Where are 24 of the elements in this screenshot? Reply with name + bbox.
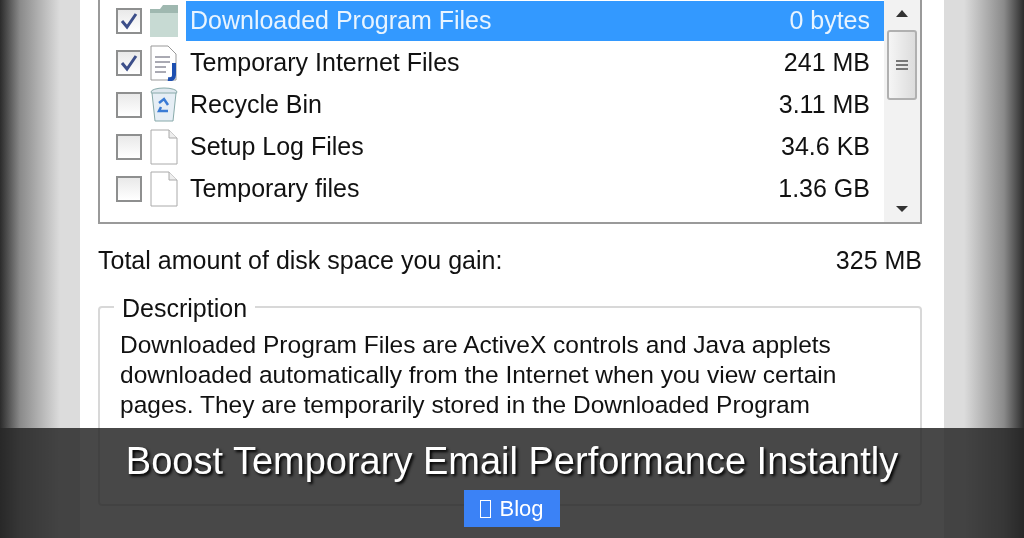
list-item[interactable]: Recycle Bin 3.11 MB — [186, 85, 884, 125]
checkbox[interactable] — [116, 50, 142, 76]
page-icon — [148, 171, 180, 207]
list-item[interactable]: Temporary files 1.36 GB — [186, 169, 884, 209]
total-label: Total amount of disk space you gain: — [98, 245, 503, 276]
banner-title: Boost Temporary Email Performance Instantly — [125, 439, 899, 484]
blog-tag[interactable]: Blog — [464, 490, 560, 527]
list-item[interactable]: Temporary Internet Files 241 MB — [186, 43, 884, 83]
checkbox[interactable] — [116, 176, 142, 202]
folder-icon — [148, 3, 180, 39]
description-text: Downloaded Program Files are ActiveX controls and Java applets downloaded automatically from the Internet when you view certain pages. They are temporarily stored in the Downloaded Program — [120, 329, 838, 420]
checkbox[interactable] — [116, 92, 142, 118]
total-value: 325 MB — [835, 245, 922, 276]
page-icon — [148, 129, 180, 165]
checkbox[interactable] — [116, 134, 142, 160]
missing-glyph-icon — [480, 499, 492, 518]
down-arrow-icon[interactable] — [895, 204, 909, 214]
scrollbar-thumb[interactable] — [887, 30, 917, 100]
up-arrow-icon[interactable] — [895, 8, 909, 18]
document-icon — [148, 45, 180, 81]
scrollbar[interactable] — [884, 0, 920, 222]
checkbox[interactable] — [116, 8, 142, 34]
recycle-bin-icon — [148, 87, 180, 123]
list-item[interactable]: Setup Log Files 34.6 KB — [186, 127, 884, 167]
